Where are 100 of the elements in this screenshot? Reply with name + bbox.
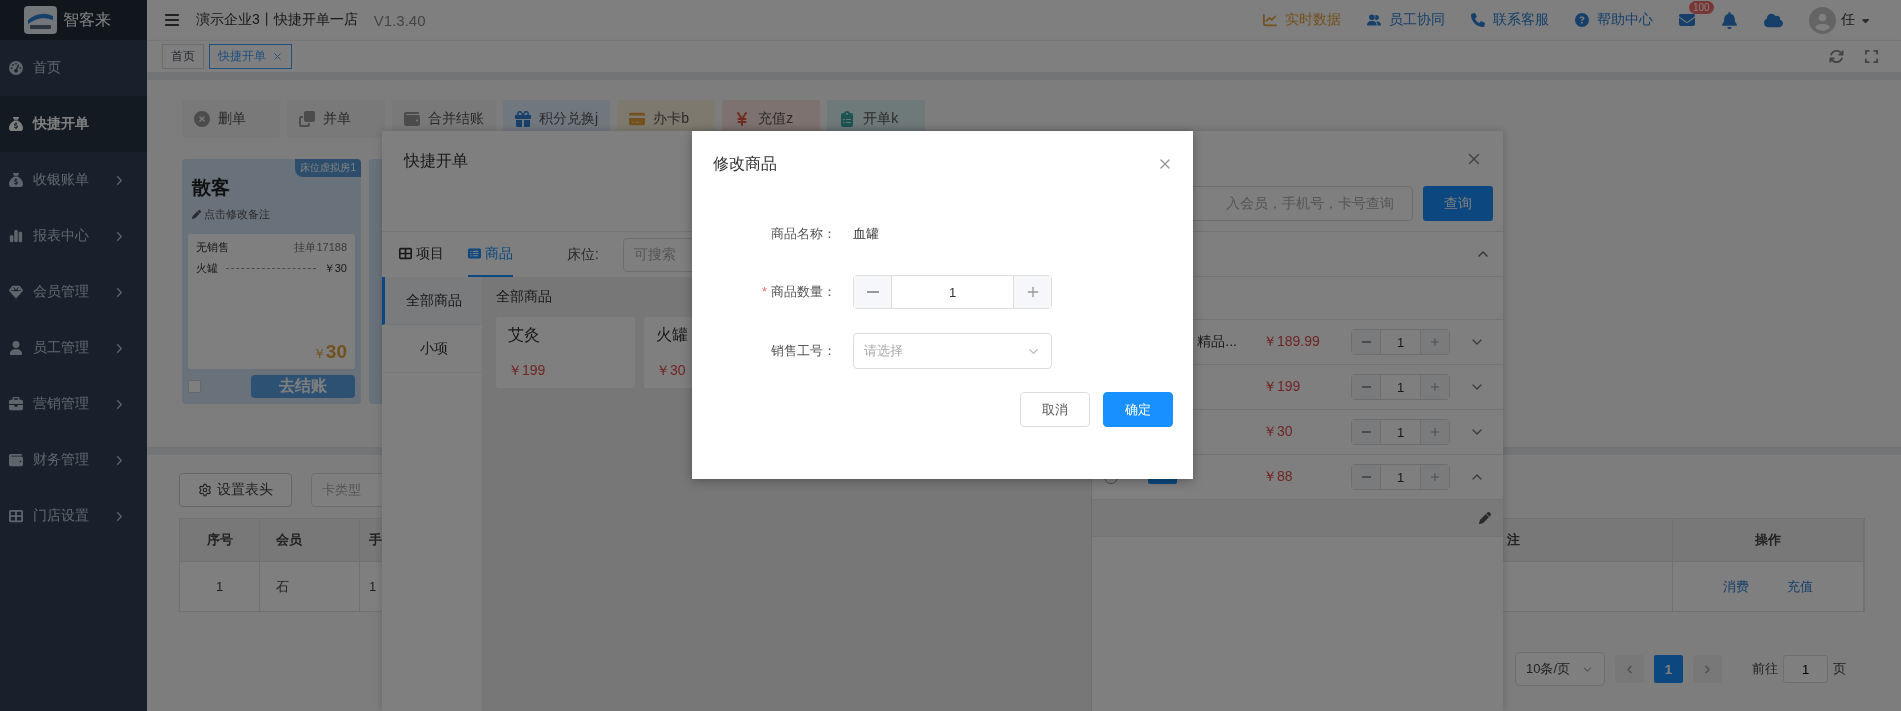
refresh-icon[interactable] [1829, 49, 1844, 64]
plus-button[interactable] [1421, 375, 1449, 399]
user-name[interactable]: 任 [1841, 11, 1855, 29]
customer-name: 散客 [190, 176, 231, 200]
product-name: 艾灸 [508, 325, 541, 345]
phone-icon [1471, 13, 1485, 27]
plus-button[interactable] [1421, 465, 1449, 489]
page-suffix: 页 [1833, 660, 1846, 678]
gauge-icon [9, 61, 23, 75]
sidebar-item[interactable]: 报表中心 [0, 208, 147, 264]
plus-icon [1429, 471, 1441, 483]
action-link[interactable]: 消费 [1723, 577, 1749, 596]
order-total: ￥30 [312, 341, 347, 363]
plus-icon [1429, 426, 1441, 438]
staff-select[interactable]: 请选择 [853, 333, 1052, 369]
table-settings-button[interactable]: 设置表头 [179, 473, 292, 507]
minus-icon [1361, 341, 1371, 343]
cancel-button[interactable]: 取消 [1020, 392, 1090, 427]
search-button[interactable]: 查询 [1423, 186, 1493, 221]
bar-chart-icon [9, 229, 23, 243]
item-name: 火罐 [196, 261, 218, 276]
sidebar-item[interactable]: 营销管理 [0, 376, 147, 432]
plus-button[interactable] [1014, 276, 1051, 308]
product-price: ￥199 [508, 362, 547, 380]
quantity-stepper[interactable]: 1 [1351, 464, 1450, 490]
order-number: 挂单17188 [294, 240, 347, 255]
toolbar-button[interactable]: 删单 [182, 100, 280, 138]
plus-button[interactable] [1421, 420, 1449, 444]
note-link[interactable]: 点击修改备注 [188, 207, 355, 222]
field-label: 商品名称： [770, 225, 836, 243]
confirm-button[interactable]: 确定 [1103, 392, 1173, 427]
action-link[interactable]: 充值 [1787, 577, 1813, 596]
cart-item-name: 精品... [1197, 333, 1237, 351]
minus-button[interactable] [1352, 375, 1380, 399]
page-size-select[interactable]: 10条/页 [1515, 652, 1605, 686]
version-text: V1.3.40 [373, 11, 426, 29]
sidebar-item[interactable]: 门店设置 [0, 488, 147, 544]
drawer-tab[interactable]: 项目 [399, 232, 444, 277]
page-input[interactable]: 1 [1783, 655, 1828, 683]
sidebar-item[interactable]: 财务管理 [0, 432, 147, 488]
checkout-button[interactable]: 去结账 [251, 375, 355, 398]
room-tag: 床位虚拟房1 [295, 159, 361, 177]
minus-button[interactable] [1352, 330, 1380, 354]
header-link[interactable]: 实时数据 [1263, 11, 1341, 29]
previous-page-button[interactable] [1615, 655, 1644, 683]
close-icon[interactable] [272, 51, 283, 62]
minus-button[interactable] [854, 276, 891, 308]
page-title: 演示企业3丨快捷开单一店 [196, 11, 358, 29]
header-link[interactable]: 联系客服 [1471, 11, 1549, 29]
quantity-input[interactable]: 1 [1380, 420, 1421, 444]
bed-label: 床位: [567, 245, 599, 264]
quantity-input[interactable]: 1 [1380, 465, 1421, 489]
bell-icon[interactable] [1721, 11, 1738, 29]
quantity-input[interactable]: 1 [1380, 330, 1421, 354]
sidebar-item[interactable]: 收银账单 [0, 152, 147, 208]
briefcase-icon [9, 397, 23, 411]
quantity-input[interactable]: 1 [891, 276, 1014, 308]
quantity-stepper[interactable]: 1 [1351, 329, 1450, 355]
cart-item-price: ￥189.99 [1263, 333, 1321, 351]
checkbox[interactable] [188, 380, 201, 393]
category-item[interactable]: 全部商品 [382, 277, 482, 325]
wallet-icon [9, 453, 23, 467]
minus-button[interactable] [1352, 420, 1380, 444]
person-icon [9, 341, 23, 355]
clipboard-icon [839, 111, 856, 127]
plus-icon [1429, 336, 1441, 348]
money-bag-icon [9, 117, 23, 131]
goto-label: 前往 [1752, 660, 1778, 678]
section-title: 全部商品 [496, 288, 552, 304]
drawer-title: 快捷开单 [404, 152, 468, 169]
pencil-icon [192, 210, 201, 219]
quantity-stepper[interactable]: 1 [1351, 419, 1450, 445]
plus-button[interactable] [1421, 330, 1449, 354]
header-link[interactable]: 帮助中心 [1575, 11, 1653, 29]
table-cell: 1 [180, 562, 260, 611]
notification-badge: 100 [1689, 1, 1714, 14]
mail-icon[interactable] [1679, 12, 1695, 28]
next-page-button[interactable] [1693, 655, 1722, 683]
sidebar-item[interactable]: 员工管理 [0, 320, 147, 376]
toolbar-button[interactable]: 并单 [287, 100, 385, 138]
cart-item-price: ￥88 [1263, 468, 1294, 486]
avatar-icon[interactable] [1809, 6, 1836, 34]
sidebar-item[interactable]: 首页 [0, 40, 147, 96]
grid-icon [399, 247, 412, 260]
fullscreen-icon[interactable] [1864, 49, 1879, 64]
minus-button[interactable] [1352, 465, 1380, 489]
quantity-stepper[interactable]: 1 [1351, 374, 1450, 400]
grid-icon [9, 509, 23, 523]
page-tab[interactable]: 快捷开单 [209, 44, 292, 69]
page-button[interactable]: 1 [1654, 655, 1683, 683]
product-card[interactable]: 艾灸 ￥199 [496, 317, 635, 388]
pencil-icon[interactable] [1479, 512, 1491, 524]
menu-icon[interactable] [164, 12, 180, 28]
people-icon [1367, 13, 1381, 27]
quantity-stepper[interactable]: 1 [853, 275, 1052, 309]
page-tab[interactable]: 首页 [162, 44, 204, 69]
header-link[interactable]: 员工协同 [1367, 11, 1445, 29]
quantity-input[interactable]: 1 [1380, 375, 1421, 399]
sidebar-item[interactable]: 会员管理 [0, 264, 147, 320]
sidebar-item[interactable]: 快捷开单 [0, 96, 147, 152]
